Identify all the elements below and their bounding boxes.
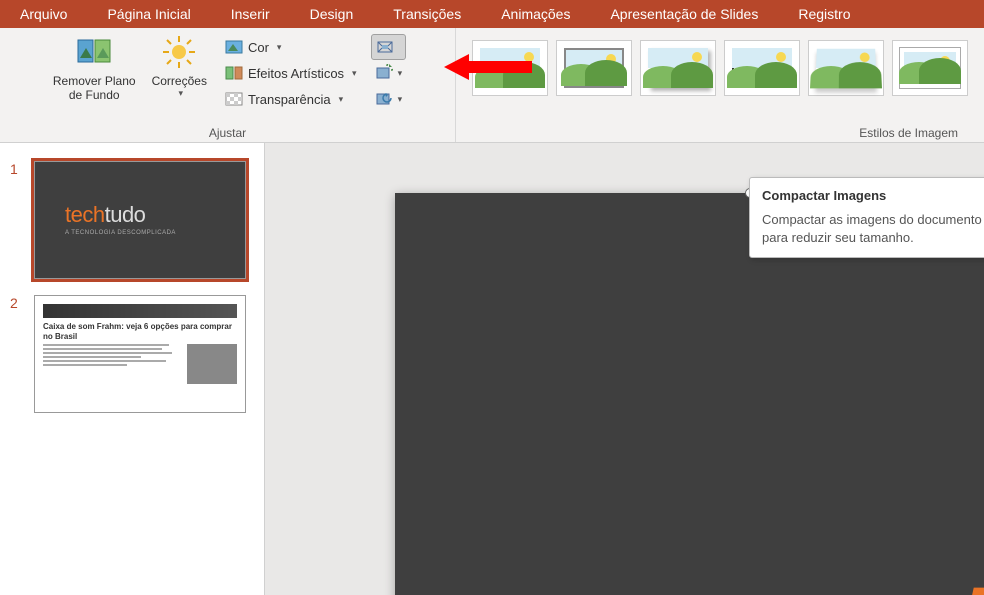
tab-transicoes[interactable]: Transições [373,0,481,28]
slide-number: 2 [10,295,24,413]
picture-style-2[interactable] [556,40,632,96]
slide-thumb-content: techtudo A TECNOLOGIA DESCOMPLICADA [34,161,246,279]
correcoes-label: Correções [152,74,207,88]
tooltip-compactar-imagens: Compactar Imagens Compactar as imagens d… [749,177,984,258]
efeitos-artisticos-button[interactable]: Efeitos Artísticos ▾ [219,60,363,86]
group-estilos-label: Estilos de Imagem [462,126,978,140]
ribbon-group-ajustar: Remover Plano de Fundo [0,28,456,142]
color-icon [225,38,243,56]
picture-styles-gallery [462,32,978,104]
artistic-effects-icon [225,64,243,82]
transparencia-button[interactable]: Transparência ▾ [219,86,363,112]
ribbon: Remover Plano de Fundo [0,28,984,143]
correcoes-button[interactable]: Correções ▾ [144,32,215,101]
compress-picture-icon [376,38,394,56]
chevron-down-icon: ▾ [179,88,184,99]
cor-button[interactable]: Cor ▾ [219,34,363,60]
tab-inserir[interactable]: Inserir [211,0,290,28]
main-area: 1 techtudo A TECNOLOGIA DESCOMPLICADA 2 … [0,143,984,595]
ribbon-tabs: Arquivo Página Inicial Inserir Design Tr… [0,0,984,28]
slide-thumbnail-2[interactable]: 2 Caixa de som Frahm: veja 6 opções para… [0,287,264,421]
tab-apresentacao[interactable]: Apresentação de Slides [590,0,778,28]
compactar-imagens-button[interactable] [371,34,407,60]
group-ajustar-label: Ajustar [6,126,449,140]
annotation-arrow-icon [444,52,534,82]
chevron-down-icon: ▾ [339,94,344,105]
slide-thumbnail-1[interactable]: 1 techtudo A TECNOLOGIA DESCOMPLICADA [0,153,264,287]
reset-picture-icon [375,90,393,108]
tooltip-body: Compactar as imagens do documento para r… [762,211,984,247]
brightness-icon [161,34,197,70]
tab-animacoes[interactable]: Animações [481,0,590,28]
picture-style-4[interactable] [724,40,800,96]
slide-number: 1 [10,161,24,279]
picture-style-6[interactable] [892,40,968,96]
remove-background-icon [76,34,112,70]
alterar-imagem-button[interactable]: ▾ [371,60,407,86]
picture-style-3[interactable] [640,40,716,96]
picture-style-5[interactable] [808,40,884,96]
ribbon-group-estilos: Estilos de Imagem [456,28,984,142]
tab-design[interactable]: Design [290,0,374,28]
tab-pagina-inicial[interactable]: Página Inicial [87,0,210,28]
chevron-down-icon: ▾ [277,42,282,53]
canvas-logo: techt [955,553,984,595]
thumb-tagline: A TECNOLOGIA DESCOMPLICADA [65,230,176,236]
thumb2-title: Caixa de som Frahm: veja 6 opções para c… [43,322,237,341]
chevron-down-icon: ▾ [352,68,357,79]
remover-plano-fundo-label: Remover Plano de Fundo [53,74,136,103]
transparency-icon [225,90,243,108]
change-picture-icon [375,64,393,82]
redefinir-imagem-button[interactable]: ▾ [371,86,407,112]
tab-registro[interactable]: Registro [778,0,870,28]
slide-thumbnails-panel[interactable]: 1 techtudo A TECNOLOGIA DESCOMPLICADA 2 … [0,143,265,595]
tooltip-title: Compactar Imagens [762,188,984,203]
transparencia-label: Transparência [248,92,331,107]
chevron-down-icon: ▾ [398,68,403,79]
efeitos-label: Efeitos Artísticos [248,66,344,81]
slide-thumb-content: Caixa de som Frahm: veja 6 opções para c… [34,295,246,413]
cor-label: Cor [248,40,269,55]
slide-editor[interactable]: techt Compactar Imagens Compactar as ima… [265,143,984,595]
chevron-down-icon: ▾ [398,94,403,105]
thumb-logo: techtudo [65,202,145,228]
remover-plano-fundo-button[interactable]: Remover Plano de Fundo [45,32,144,105]
tab-arquivo[interactable]: Arquivo [0,0,87,28]
